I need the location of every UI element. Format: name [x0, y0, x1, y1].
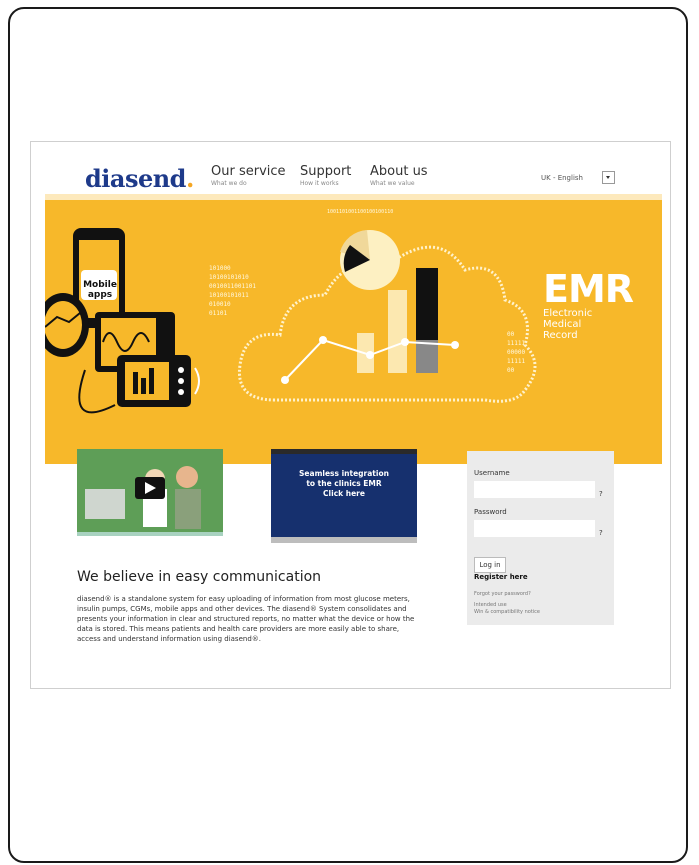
username-help-icon[interactable]: ?	[599, 490, 603, 498]
website-screenshot: diasend. Our service What we do Support Ho…	[30, 141, 671, 689]
hero-banner: Mobile apps 101000 10100101010 0010011001…	[45, 200, 662, 464]
cable-icon	[78, 369, 116, 414]
register-link[interactable]: Register here	[474, 573, 528, 581]
pie-chart-icon	[340, 230, 400, 290]
binary-text-left: 101000 10100101010 0010011001101 1010010…	[209, 265, 256, 317]
nav-about-us[interactable]: About us What we value	[370, 164, 428, 187]
chevron-down-icon[interactable]	[602, 171, 615, 184]
forgot-password-link[interactable]: Forgot your password?	[474, 591, 531, 597]
password-input[interactable]	[474, 520, 595, 537]
diasend-logo[interactable]: diasend.	[85, 164, 194, 193]
username-label: Username	[474, 469, 510, 477]
nav-support[interactable]: Support How it works	[300, 164, 351, 187]
intro-paragraph: diasend® is a standalone system for easy…	[77, 595, 415, 643]
compatibility-notice-link[interactable]: Win & compatibility notice	[474, 609, 540, 615]
username-input[interactable]	[474, 481, 595, 498]
password-help-icon[interactable]: ?	[599, 529, 603, 537]
intended-use-link[interactable]: Intended use	[474, 602, 507, 608]
binary-text-right: 00 11111 00000 11111 00	[507, 331, 526, 374]
emr-heading: EMR Electronic Medical Record	[543, 267, 634, 341]
password-label: Password	[474, 508, 507, 516]
login-panel: Username ? Password ? Log in Register he…	[467, 451, 614, 625]
nav-our-service[interactable]: Our service What we do	[211, 164, 286, 187]
video-tile[interactable]	[77, 449, 223, 536]
page-headline: We believe in easy communication	[77, 569, 322, 585]
binary-text-cloud: 1001101001100100100110	[327, 209, 394, 215]
tablet-device-icon	[117, 355, 200, 407]
language-label: UK - English	[541, 174, 583, 182]
video-thumbnail	[77, 449, 223, 532]
language-select[interactable]: UK - English	[541, 171, 615, 184]
mobile-apps-label: Mobile apps	[83, 280, 117, 300]
emr-integration-tile[interactable]: Seamless integration to the clinics EMR …	[271, 449, 417, 543]
login-button[interactable]: Log in	[474, 557, 506, 573]
